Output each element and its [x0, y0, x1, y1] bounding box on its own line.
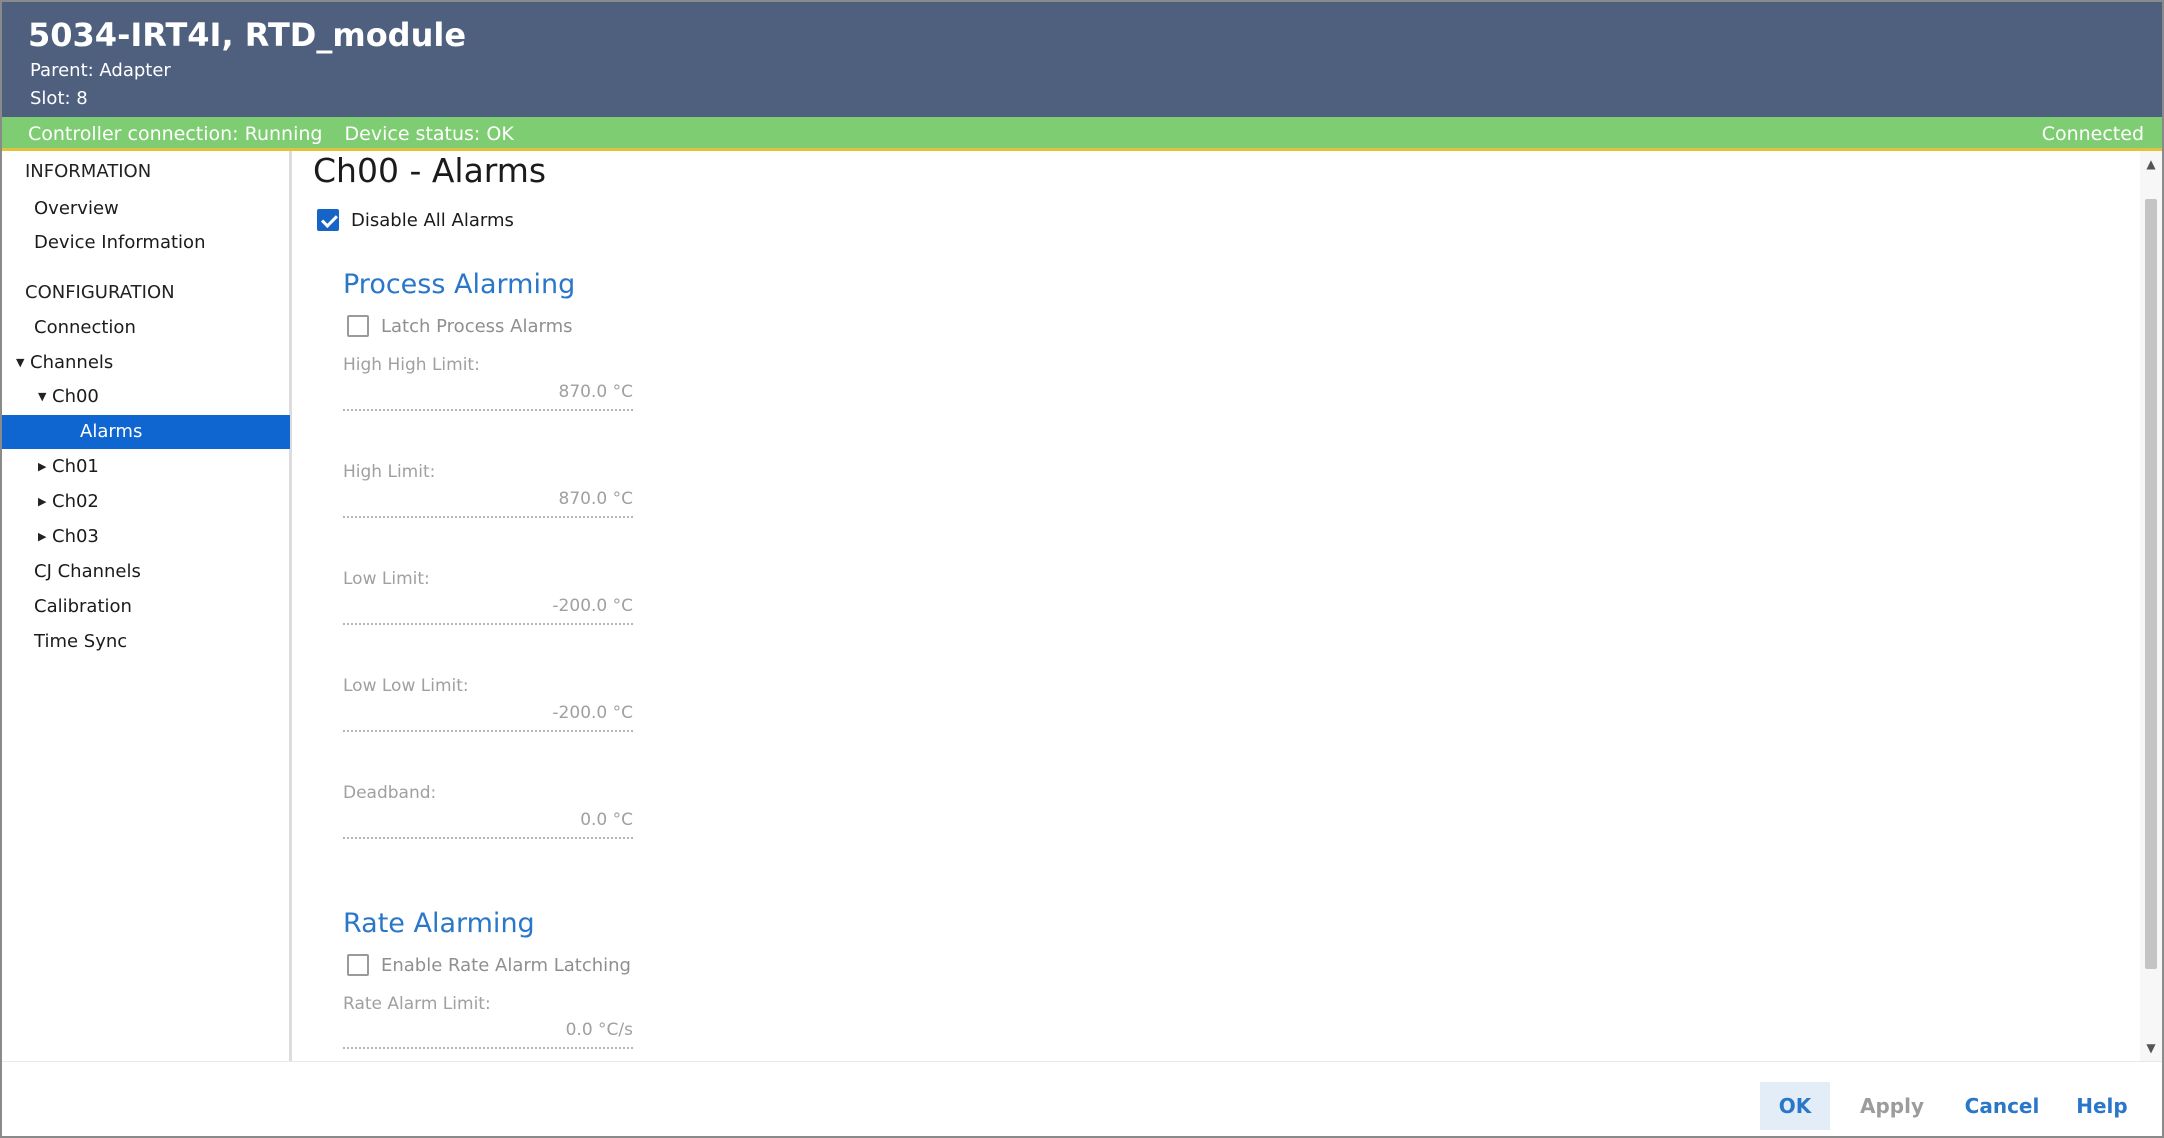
- sidebar-item-label: Alarms: [80, 421, 143, 442]
- main-content: Ch00 - Alarms Disable All Alarms Process…: [295, 151, 2140, 1061]
- sidebar-item-label: Device Information: [34, 232, 206, 253]
- collapsed-triangle-icon[interactable]: ▶: [38, 520, 52, 554]
- scroll-up-arrow-icon[interactable]: ▲: [2140, 153, 2162, 175]
- ok-button[interactable]: OK: [1760, 1082, 1830, 1130]
- device-status: Device status: OK: [344, 123, 514, 145]
- high-limit-label: High Limit:: [343, 462, 436, 482]
- collapsed-triangle-icon[interactable]: ▶: [38, 485, 52, 519]
- page-title: Ch00 - Alarms: [313, 151, 547, 190]
- vertical-scrollbar[interactable]: ▲ ▼: [2140, 151, 2162, 1061]
- controller-connection-status: Controller connection: Running: [28, 123, 323, 145]
- collapsed-triangle-icon[interactable]: ▶: [38, 450, 52, 484]
- sidebar-item-label: Overview: [34, 198, 119, 219]
- status-left: Controller connection: Running Device st…: [28, 123, 514, 145]
- sidebar-item-connection[interactable]: Connection: [2, 311, 290, 345]
- sidebar-item-label: Channels: [30, 352, 114, 373]
- sidebar-item-label: Time Sync: [34, 631, 128, 652]
- help-button[interactable]: Help: [2067, 1082, 2137, 1130]
- expanded-triangle-icon[interactable]: ▼: [16, 346, 30, 380]
- enable-rate-alarm-latching-row[interactable]: Enable Rate Alarm Latching: [347, 954, 631, 976]
- parent-label: Parent: Adapter: [30, 60, 171, 81]
- latch-process-alarms-row[interactable]: Latch Process Alarms: [347, 315, 573, 337]
- sidebar-item-ch00[interactable]: ▼ Ch00: [2, 380, 290, 414]
- sidebar-item-label: Ch01: [52, 456, 99, 477]
- low-low-limit-label: Low Low Limit:: [343, 676, 469, 696]
- high-limit-underline: [343, 516, 633, 518]
- disable-all-alarms-checkbox[interactable]: [317, 209, 339, 231]
- low-low-limit-underline: [343, 730, 633, 732]
- sidebar-item-label: Connection: [34, 317, 136, 338]
- sidebar-item-device-information[interactable]: Device Information: [2, 226, 290, 260]
- high-limit-input[interactable]: 870.0 °C: [343, 489, 633, 509]
- deadband-label: Deadband:: [343, 783, 437, 803]
- dialog-footer: OK Apply Cancel Help: [2, 1061, 2162, 1136]
- rate-alarm-limit-underline: [343, 1047, 633, 1049]
- sidebar-heading-information: INFORMATION: [25, 161, 152, 182]
- enable-rate-alarm-latching-label: Enable Rate Alarm Latching: [381, 954, 631, 976]
- sidebar-heading-configuration: CONFIGURATION: [25, 282, 175, 303]
- cancel-button[interactable]: Cancel: [1957, 1082, 2047, 1130]
- latch-process-alarms-label: Latch Process Alarms: [381, 315, 573, 337]
- sidebar-item-channels[interactable]: ▼ Channels: [2, 346, 290, 380]
- high-high-limit-input[interactable]: 870.0 °C: [343, 382, 633, 402]
- device-header: 5034-IRT4I, RTD_module Parent: Adapter S…: [2, 2, 2162, 117]
- rate-alarm-limit-label: Rate Alarm Limit:: [343, 994, 491, 1014]
- disable-all-alarms-label: Disable All Alarms: [351, 209, 514, 231]
- scroll-down-arrow-icon[interactable]: ▼: [2140, 1037, 2162, 1059]
- scrollbar-thumb[interactable]: [2145, 199, 2157, 969]
- sidebar-item-label: Ch00: [52, 386, 99, 407]
- sidebar-item-cj-channels[interactable]: CJ Channels: [2, 555, 290, 589]
- enable-rate-alarm-latching-checkbox[interactable]: [347, 954, 369, 976]
- device-title: 5034-IRT4I, RTD_module: [28, 16, 467, 54]
- sidebar-item-overview[interactable]: Overview: [2, 192, 290, 226]
- low-limit-label: Low Limit:: [343, 569, 430, 589]
- rate-alarm-limit-input[interactable]: 0.0 °C/s: [343, 1020, 633, 1040]
- sidebar-item-alarms[interactable]: Alarms: [2, 415, 290, 449]
- sidebar-item-label: CJ Channels: [34, 561, 141, 582]
- apply-button[interactable]: Apply: [1852, 1082, 1932, 1130]
- high-high-limit-label: High High Limit:: [343, 355, 480, 375]
- navigation-sidebar: INFORMATION Overview Device Information …: [2, 151, 292, 1061]
- rate-alarming-heading: Rate Alarming: [343, 908, 535, 939]
- slot-label: Slot: 8: [30, 88, 88, 109]
- sidebar-item-label: Ch03: [52, 526, 99, 547]
- low-low-limit-input[interactable]: -200.0 °C: [343, 703, 633, 723]
- sidebar-item-ch02[interactable]: ▶ Ch02: [2, 485, 290, 519]
- process-alarming-heading: Process Alarming: [343, 269, 576, 300]
- high-high-limit-underline: [343, 409, 633, 411]
- status-bar: Controller connection: Running Device st…: [2, 117, 2162, 151]
- low-limit-input[interactable]: -200.0 °C: [343, 596, 633, 616]
- low-limit-underline: [343, 623, 633, 625]
- deadband-underline: [343, 837, 633, 839]
- latch-process-alarms-checkbox[interactable]: [347, 315, 369, 337]
- expanded-triangle-icon[interactable]: ▼: [38, 380, 52, 414]
- sidebar-item-time-sync[interactable]: Time Sync: [2, 625, 290, 659]
- sidebar-item-calibration[interactable]: Calibration: [2, 590, 290, 624]
- sidebar-item-ch03[interactable]: ▶ Ch03: [2, 520, 290, 554]
- sidebar-item-label: Ch02: [52, 491, 99, 512]
- disable-all-alarms-row[interactable]: Disable All Alarms: [317, 209, 514, 231]
- connected-status: Connected: [2041, 123, 2144, 145]
- sidebar-item-ch01[interactable]: ▶ Ch01: [2, 450, 290, 484]
- deadband-input[interactable]: 0.0 °C: [343, 810, 633, 830]
- sidebar-item-label: Calibration: [34, 596, 132, 617]
